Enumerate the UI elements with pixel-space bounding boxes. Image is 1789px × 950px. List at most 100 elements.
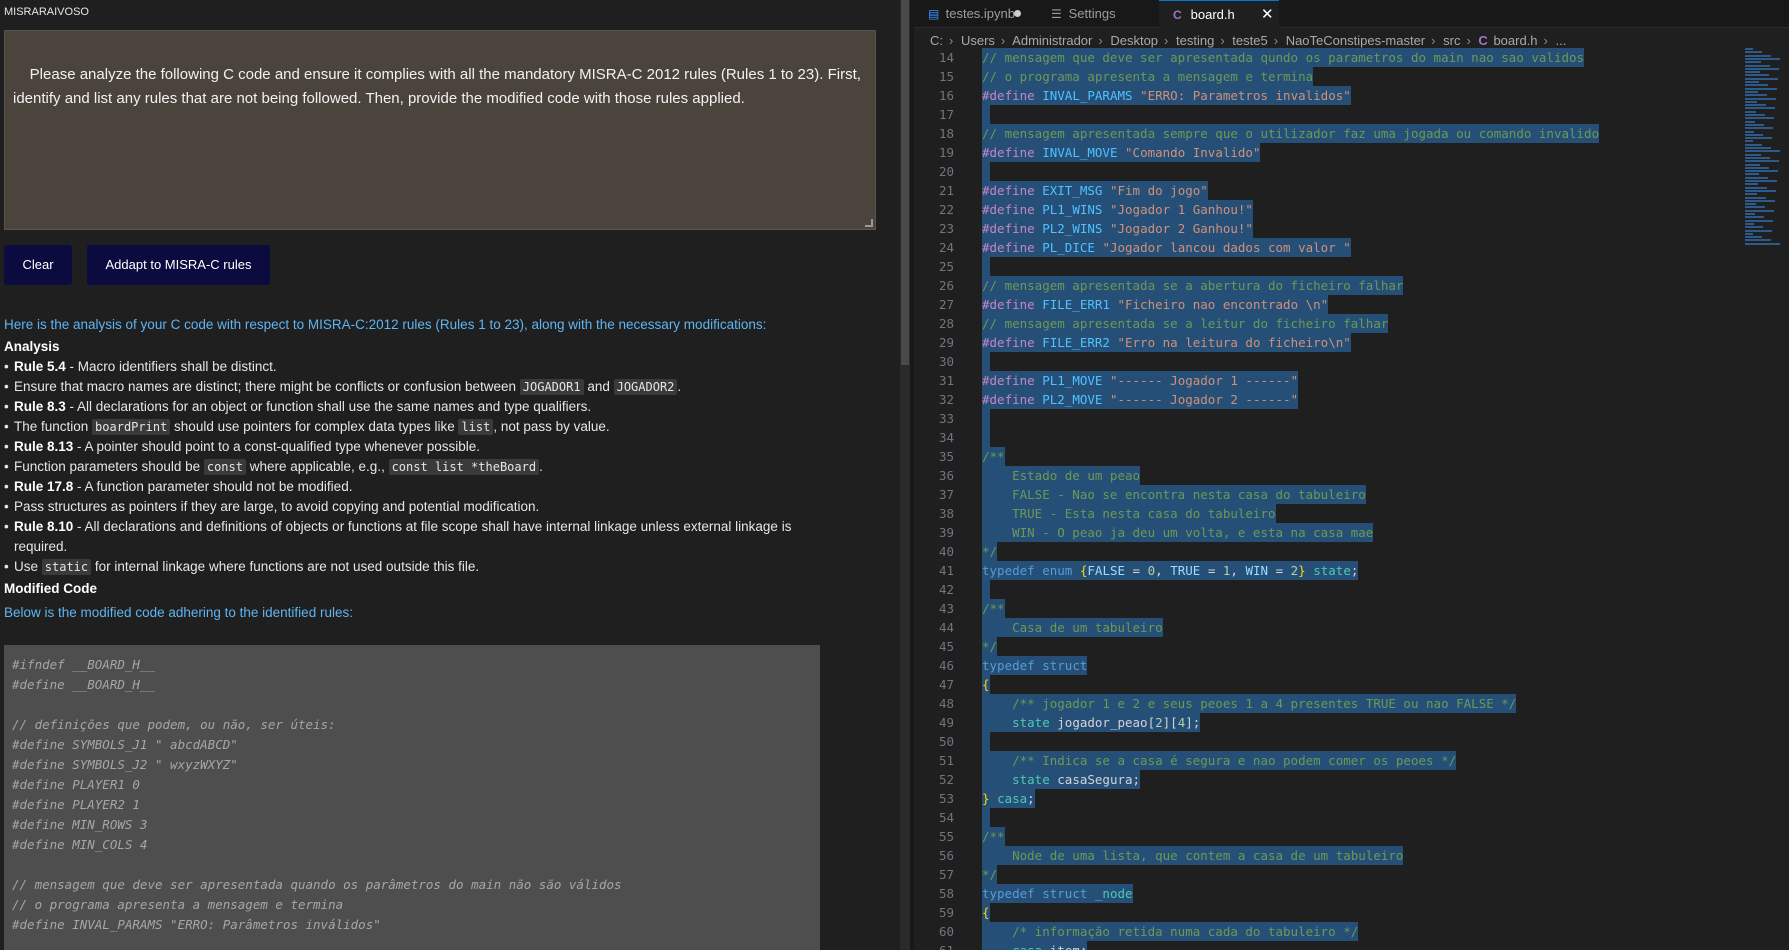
code-line[interactable]: 14 // mensagem que deve ser apresentada q… [914, 48, 1759, 67]
tab-board-h[interactable]: C board.h ✕ [1159, 0, 1279, 28]
code-line[interactable]: 59 { [914, 903, 1759, 922]
minimap-line [1745, 183, 1758, 186]
code-line[interactable]: 52 state casaSegura; [914, 770, 1759, 789]
code-line[interactable]: 28 // mensagem apresentada se a leitur do… [914, 314, 1759, 333]
line-number: 35 [938, 449, 954, 464]
code-line[interactable]: 46 typedef struct [914, 656, 1759, 675]
inline-code: JOGADOR2 [613, 379, 678, 395]
line-number: 52 [938, 772, 954, 787]
code-line[interactable]: 17 [914, 105, 1759, 124]
scrollbar-thumb[interactable] [901, 0, 909, 365]
minimap-line [1745, 206, 1765, 209]
code-line[interactable]: 34 [914, 428, 1759, 447]
chevron-right-icon: › [1220, 33, 1225, 48]
breadcrumb-item[interactable]: C: [930, 33, 943, 48]
minimap-line [1745, 153, 1761, 156]
code-line[interactable]: 38 TRUE - Esta nesta casa do tabuleiro [914, 504, 1759, 523]
code-line[interactable]: 26 // mensagem apresentada se a abertura … [914, 276, 1759, 295]
line-number: 15 [938, 69, 954, 84]
breadcrumb-item[interactable]: NaoTeConstipes-master [1286, 33, 1425, 48]
code-line[interactable]: 32 #define PL2_MOVE "------ Jogador 2 ---… [914, 390, 1759, 409]
breadcrumb-item[interactable]: board.h [1493, 33, 1537, 48]
minimap[interactable] [1745, 48, 1789, 258]
breadcrumb-item[interactable]: testing [1176, 33, 1214, 48]
clear-button[interactable]: Clear [4, 245, 72, 285]
code-line[interactable]: 53} casa; [914, 789, 1759, 808]
rule-desc: - A function parameter should not be mod… [73, 479, 353, 494]
code-line[interactable]: 45 */ [914, 637, 1759, 656]
code-line[interactable]: 15 // o programa apresenta a mensagem e t… [914, 67, 1759, 86]
line-text: Estado de um peao [982, 466, 1141, 485]
tab-testes-ipynb[interactable]: ▤ testes.ipynb [914, 0, 1037, 28]
close-icon[interactable]: ✕ [1261, 1, 1274, 29]
code-line[interactable]: 41 typedef enum {FALSE = 0, TRUE = 1, WIN… [914, 561, 1759, 580]
resize-handle-icon[interactable] [865, 219, 873, 227]
code-line[interactable]: 24 #define PL_DICE "Jogador lancou dados … [914, 238, 1759, 257]
line-text [982, 808, 990, 827]
code-line[interactable]: 49 state jogador_peao[2][4]; [914, 713, 1759, 732]
line-text: { [982, 675, 990, 694]
code-line[interactable]: 48 /** jogador 1 e 2 e seus peoes 1 a 4 … [914, 694, 1759, 713]
code-line[interactable]: 55 /** [914, 827, 1759, 846]
list-item: Rule 8.10 - All declarations and definit… [4, 517, 834, 557]
code-line[interactable]: 21 #define EXIT_MSG "Fim do jogo" [914, 181, 1759, 200]
line-text: #define PL2_MOVE "------ Jogador 2 -----… [982, 390, 1299, 409]
code-line[interactable]: 56 Node de uma lista, que contem a casa … [914, 846, 1759, 865]
code-line[interactable]: 42 [914, 580, 1759, 599]
breadcrumb-item[interactable]: Users [961, 33, 995, 48]
line-number: 24 [938, 240, 954, 255]
code-line[interactable]: 57 */ [914, 865, 1759, 884]
code-line[interactable]: 51 /** Indica se a casa é segura e nao p… [914, 751, 1759, 770]
rule-note: The function [14, 419, 93, 434]
line-text: #define INVAL_PARAMS "ERRO: Parametros i… [982, 86, 1351, 105]
line-number: 45 [938, 639, 954, 654]
code-line[interactable]: 39 WIN - O peao ja deu um volta, e esta … [914, 523, 1759, 542]
code-line[interactable]: 44 Casa de um tabuleiro [914, 618, 1759, 637]
prompt-textarea[interactable]: Please analyze the following C code and … [4, 30, 876, 230]
breadcrumb-item[interactable]: Desktop [1110, 33, 1158, 48]
tab-settings[interactable]: ☰ Settings [1037, 0, 1159, 28]
code-line[interactable]: 37 FALSE - Nao se encontra nesta casa do… [914, 485, 1759, 504]
rule-note: . [677, 379, 682, 394]
code-line[interactable]: 58 typedef struct _node [914, 884, 1759, 903]
code-line[interactable]: 61 casa item; [914, 941, 1759, 950]
line-number: 59 [938, 905, 954, 920]
code-line[interactable]: 27 #define FILE_ERR1 "Ficheiro nao encont… [914, 295, 1759, 314]
left-scrollbar[interactable] [900, 0, 910, 950]
code-line[interactable]: 47 { [914, 675, 1759, 694]
code-line[interactable]: 36 Estado de um peao [914, 466, 1759, 485]
editor-tab-bar: ▤ testes.ipynb ☰ Settings C board.h ✕ [914, 0, 1789, 28]
code-line[interactable]: 25 [914, 257, 1759, 276]
code-line[interactable]: 16 #define INVAL_PARAMS "ERRO: Parametros… [914, 86, 1759, 105]
code-line[interactable]: 43 /** [914, 599, 1759, 618]
minimap-line [1745, 242, 1780, 245]
line-number: 29 [938, 335, 954, 350]
code-line[interactable]: 23 #define PL2_WINS "Jogador 2 Ganhou!" [914, 219, 1759, 238]
code-line[interactable]: 33 [914, 409, 1759, 428]
code-line[interactable]: 29 #define FILE_ERR2 "Erro na leitura do … [914, 333, 1759, 352]
code-line[interactable]: 19 #define INVAL_MOVE "Comando Invalido" [914, 143, 1759, 162]
code-line[interactable]: 40 */ [914, 542, 1759, 561]
code-line[interactable]: 30 [914, 352, 1759, 371]
unsaved-dot-icon[interactable] [1014, 10, 1021, 17]
analysis-intro: Here is the analysis of your C code with… [4, 317, 767, 332]
rule-note: and [583, 379, 614, 394]
breadcrumb-item[interactable]: Administrador [1012, 33, 1092, 48]
code-line[interactable]: 18 // mensagem apresentada sempre que o u… [914, 124, 1759, 143]
code-line[interactable]: 35 /** [914, 447, 1759, 466]
breadcrumb-item[interactable]: src [1443, 33, 1460, 48]
line-text: */ [982, 865, 998, 884]
code-line[interactable]: 50 [914, 732, 1759, 751]
adapt-misra-button[interactable]: Addapt to MISRA-C rules [87, 245, 270, 285]
code-line[interactable]: 60 /* informação retida numa cada do tab… [914, 922, 1759, 941]
code-line[interactable]: 22 #define PL1_WINS "Jogador 1 Ganhou!" [914, 200, 1759, 219]
code-lines[interactable]: 14 // mensagem que deve ser apresentada q… [914, 48, 1759, 950]
code-line[interactable]: 31 #define PL1_MOVE "------ Jogador 1 ---… [914, 371, 1759, 390]
breadcrumb-item[interactable]: ... [1556, 33, 1567, 48]
line-number: 14 [938, 50, 954, 65]
chevron-right-icon: › [1098, 33, 1103, 48]
code-line[interactable]: 20 [914, 162, 1759, 181]
code-line[interactable]: 54 [914, 808, 1759, 827]
minimap-line [1745, 110, 1756, 113]
breadcrumb-item[interactable]: teste5 [1232, 33, 1267, 48]
